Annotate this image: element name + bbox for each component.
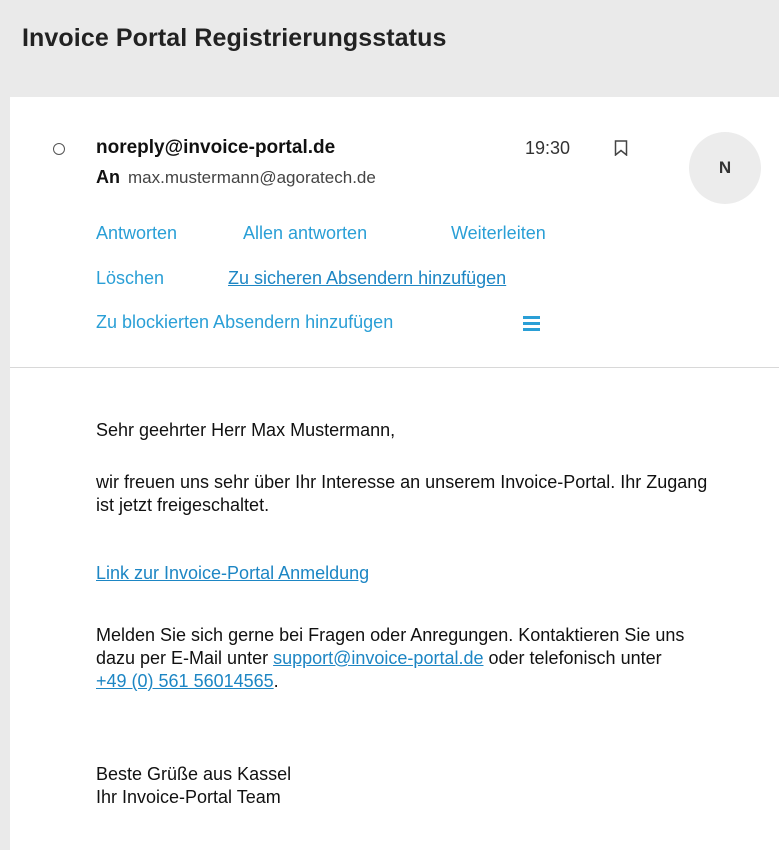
closing-line-2: Ihr Invoice-Portal Team <box>96 787 281 807</box>
email-subject: Invoice Portal Registrierungsstatus <box>22 24 447 52</box>
subject-header: Invoice Portal Registrierungsstatus <box>0 0 779 88</box>
to-label: An <box>96 167 120 187</box>
forward-link[interactable]: Weiterleiten <box>451 223 546 244</box>
avatar: N <box>689 132 761 204</box>
recipient-address: max.mustermann@agoratech.de <box>128 168 376 187</box>
more-menu-icon[interactable] <box>523 316 540 331</box>
add-blocked-sender-link[interactable]: Zu blockierten Absendern hinzufügen <box>96 312 393 333</box>
login-link[interactable]: Link zur Invoice-Portal Anmeldung <box>96 563 369 583</box>
closing-block: Beste Grüße aus Kassel Ihr Invoice-Porta… <box>96 763 736 809</box>
add-safe-sender-link[interactable]: Zu sicheren Absendern hinzufügen <box>228 268 506 289</box>
paragraph-2-end: . <box>273 671 279 691</box>
message-card: noreply@invoice-portal.de 19:30 N An max.… <box>10 97 779 850</box>
paragraph-2-block: Melden Sie sich gerne bei Fragen oder An… <box>96 624 696 693</box>
paragraph-2-text-2: oder telefonisch unter <box>483 648 662 668</box>
paragraph-2: Melden Sie sich gerne bei Fragen oder An… <box>96 624 696 693</box>
reply-all-link[interactable]: Allen antworten <box>243 223 367 244</box>
message-time: 19:30 <box>525 138 571 158</box>
greeting: Sehr geehrter Herr Max Mustermann, <box>96 420 396 440</box>
phone-link[interactable]: +49 (0) 561 56014565 <box>96 671 274 691</box>
recipient-row: An max.mustermann@agoratech.de <box>96 167 376 188</box>
paragraph-1-block: wir freuen uns sehr über Ihr Interesse a… <box>96 471 716 517</box>
paragraph-1: wir freuen uns sehr über Ihr Interesse a… <box>96 472 708 515</box>
support-email-link[interactable]: support@invoice-portal.de <box>273 648 483 668</box>
bookmark-icon[interactable] <box>614 140 628 156</box>
reply-link[interactable]: Antworten <box>96 223 177 244</box>
divider <box>10 367 779 368</box>
delete-link[interactable]: Löschen <box>96 268 164 289</box>
login-link-block: Link zur Invoice-Portal Anmeldung <box>96 562 736 585</box>
radio-icon[interactable] <box>53 143 65 155</box>
closing-line-1: Beste Grüße aus Kassel <box>96 764 292 784</box>
sender-address[interactable]: noreply@invoice-portal.de <box>96 137 335 159</box>
message-body: Sehr geehrter Herr Max Mustermann, <box>96 419 736 442</box>
